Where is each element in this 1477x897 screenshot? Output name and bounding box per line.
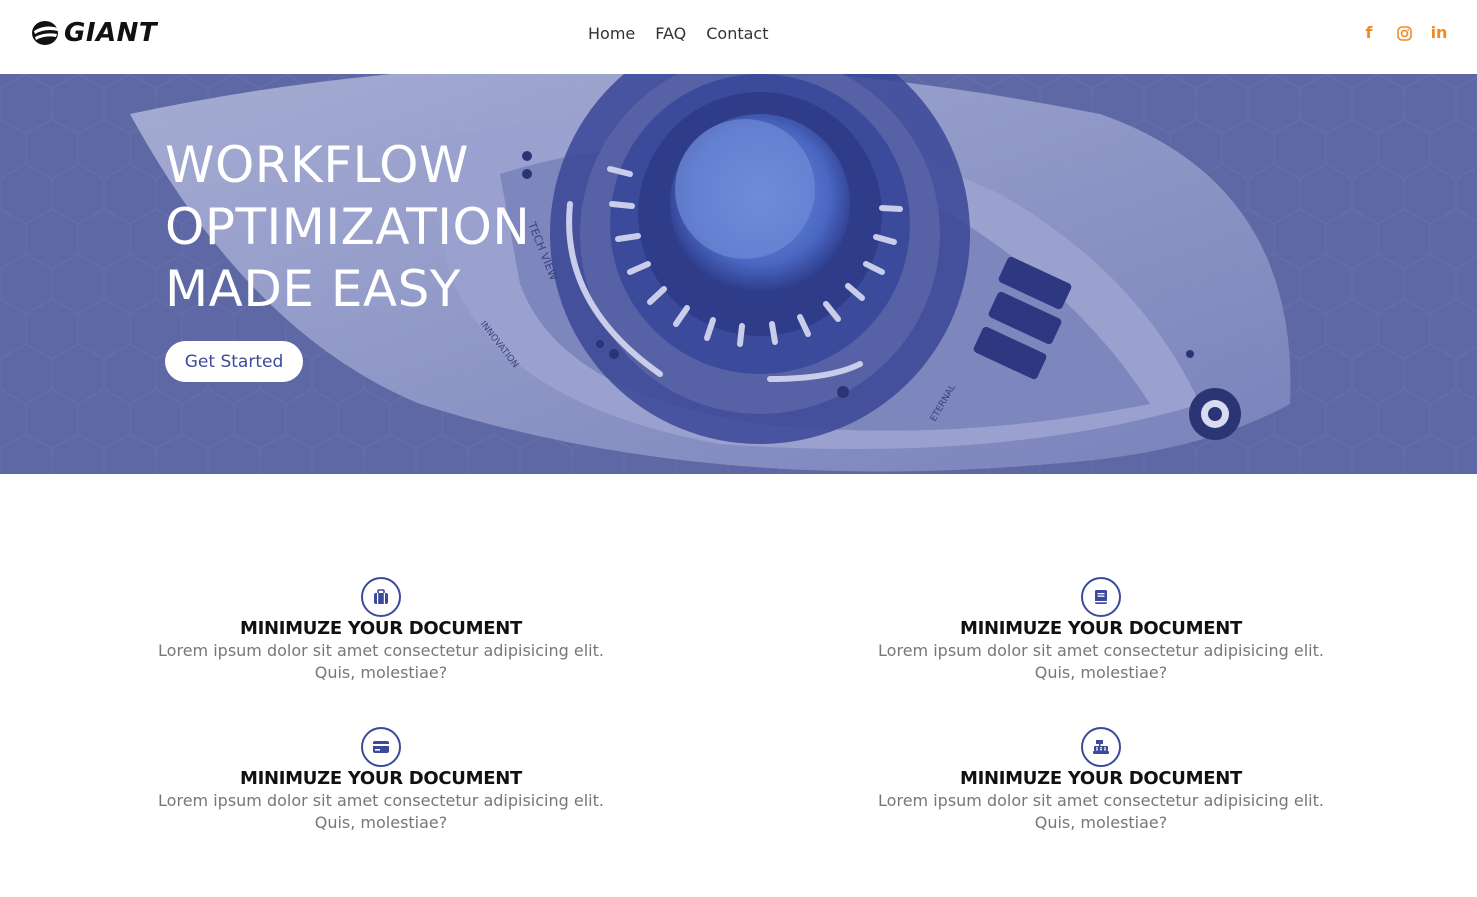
social-links: f in <box>1361 23 1448 43</box>
cash-register-icon <box>1081 727 1121 767</box>
feature-text: Lorem ipsum dolor sit amet consectetur a… <box>158 791 604 832</box>
giant-logo-mark-icon <box>32 21 58 45</box>
logo-text: GIANT <box>64 18 158 48</box>
site-header: GIANT Home FAQ Contact f in <box>0 0 1477 74</box>
feature-text: Lorem ipsum dolor sit amet consectetur a… <box>158 641 604 682</box>
credit-card-icon <box>361 727 401 767</box>
main-nav: Home FAQ Contact <box>588 22 769 46</box>
feature-card: MINIMUZE YOUR DOCUMENT Lorem ipsum dolor… <box>861 727 1341 834</box>
instagram-icon[interactable] <box>1396 23 1412 43</box>
nav-home-link[interactable]: Home <box>588 22 635 46</box>
nav-contact-link[interactable]: Contact <box>706 22 768 46</box>
feature-title: MINIMUZE YOUR DOCUMENT <box>240 618 522 639</box>
feature-text: Lorem ipsum dolor sit amet consectetur a… <box>878 791 1324 832</box>
briefcase-icon <box>361 577 401 617</box>
nav-faq-link[interactable]: FAQ <box>655 22 686 46</box>
feature-title: MINIMUZE YOUR DOCUMENT <box>960 618 1242 639</box>
hero-title-line: WORKFLOW <box>165 136 469 194</box>
hero-title-line: MADE EASY <box>165 260 461 318</box>
feature-title: MINIMUZE YOUR DOCUMENT <box>240 768 522 789</box>
feature-card: MINIMUZE YOUR DOCUMENT Lorem ipsum dolor… <box>141 727 621 834</box>
hero-title: WORKFLOW OPTIMIZATION MADE EASY <box>165 134 530 320</box>
facebook-icon[interactable]: f <box>1361 23 1377 43</box>
get-started-button[interactable]: Get Started <box>165 341 303 382</box>
book-icon <box>1081 577 1121 617</box>
feature-card: MINIMUZE YOUR DOCUMENT Lorem ipsum dolor… <box>861 577 1341 684</box>
hero-banner: TECH VIEW INNOVATION ETERNAL WORKFLOW OP… <box>0 74 1477 474</box>
giant-logo[interactable]: GIANT <box>31 18 191 48</box>
feature-card: MINIMUZE YOUR DOCUMENT Lorem ipsum dolor… <box>141 577 621 684</box>
linkedin-icon[interactable]: in <box>1431 23 1448 43</box>
feature-text: Lorem ipsum dolor sit amet consectetur a… <box>878 641 1324 682</box>
feature-title: MINIMUZE YOUR DOCUMENT <box>960 768 1242 789</box>
hero-title-line: OPTIMIZATION <box>165 198 531 256</box>
